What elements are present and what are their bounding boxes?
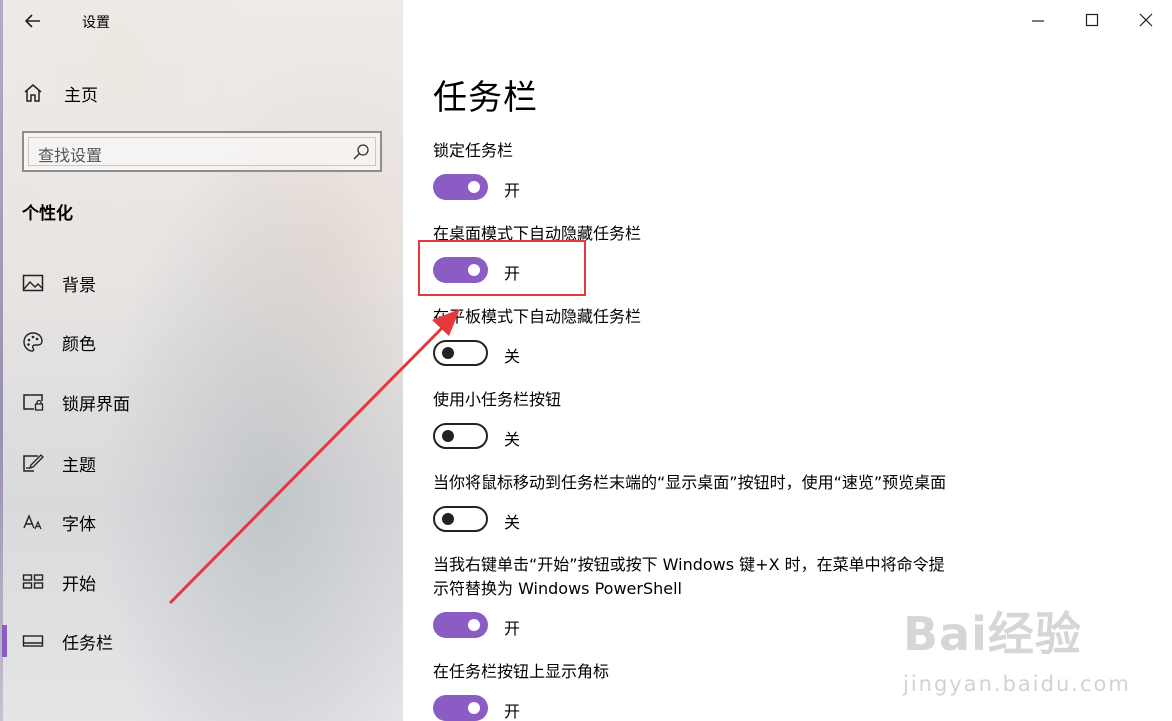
- maximize-button[interactable]: [1080, 8, 1104, 32]
- close-button[interactable]: [1134, 8, 1158, 32]
- app-title: 设置: [82, 15, 110, 31]
- sidebar-item-background[interactable]: 背景: [0, 263, 403, 303]
- toggle-knob: [442, 347, 454, 359]
- watermark-brand: Bai经验: [903, 607, 1082, 661]
- toggle-knob: [442, 513, 454, 525]
- toggle-knob: [442, 430, 454, 442]
- sidebar-item-taskbar[interactable]: 任务栏: [0, 621, 403, 661]
- setting-label-lock-taskbar: 锁定任务栏: [433, 141, 514, 160]
- minimize-icon: [1032, 20, 1044, 22]
- sidebar-item-label: 开始: [62, 574, 96, 595]
- arrow-left-icon: [24, 14, 40, 28]
- sidebar-item-colors[interactable]: 颜色: [0, 322, 403, 362]
- palette-icon: [22, 331, 44, 353]
- font-icon: [22, 511, 44, 533]
- page-title: 任务栏: [433, 78, 538, 118]
- setting-label-peek: 当你将鼠标移动到任务栏末端的“显示桌面”按钮时，使用“速览”预览桌面: [433, 473, 947, 492]
- sidebar-item-themes[interactable]: 主题: [0, 443, 403, 483]
- sidebar-item-label: 字体: [62, 514, 96, 535]
- lock-screen-icon: [22, 391, 44, 413]
- sidebar-item-fonts[interactable]: 字体: [0, 502, 403, 542]
- sidebar-item-label: 锁屏界面: [62, 394, 130, 415]
- watermark-url: jingyan.baidu.com: [903, 672, 1131, 696]
- toggle-knob: [468, 619, 480, 631]
- sidebar-item-lock-screen[interactable]: 锁屏界面: [0, 382, 403, 422]
- sidebar-item-start[interactable]: 开始: [0, 562, 403, 602]
- toggle-knob: [468, 181, 480, 193]
- toggle-state-text: 关: [504, 513, 521, 532]
- toggle-powershell[interactable]: [433, 612, 488, 638]
- toggle-state-text: 关: [504, 347, 521, 366]
- toggle-state-text: 开: [504, 181, 521, 200]
- section-title: 个性化: [22, 204, 73, 224]
- search-placeholder: 查找设置: [38, 146, 103, 165]
- minimize-button[interactable]: [1026, 8, 1050, 32]
- taskbar-icon: [22, 630, 44, 652]
- back-button[interactable]: [18, 6, 48, 36]
- setting-label-small-buttons: 使用小任务栏按钮: [433, 390, 562, 409]
- setting-label-autohide-tablet: 在平板模式下自动隐藏任务栏: [433, 307, 642, 326]
- sidebar-item-label: 任务栏: [62, 633, 113, 654]
- sidebar-item-label: 背景: [62, 275, 96, 296]
- home-icon: [24, 84, 42, 102]
- setting-label-badges: 在任务栏按钮上显示角标: [433, 662, 610, 681]
- toggle-state-text: 关: [504, 430, 521, 449]
- toggle-lock-taskbar[interactable]: [433, 174, 488, 200]
- toggle-state-text: 开: [504, 619, 521, 638]
- image-icon: [22, 272, 44, 294]
- highlight-box: [418, 240, 586, 296]
- toggle-autohide-tablet[interactable]: [433, 340, 488, 366]
- close-icon: [1139, 13, 1153, 27]
- toggle-knob: [468, 702, 480, 714]
- sidebar-item-label: 颜色: [62, 334, 96, 355]
- sidebar: 设置 主页 查找设置 个性化 背景 颜色 锁屏界面 主题 字体 开始 任务栏: [0, 0, 403, 721]
- theme-icon: [22, 452, 44, 474]
- toggle-small-buttons[interactable]: [433, 423, 488, 449]
- toggle-badges[interactable]: [433, 695, 488, 721]
- toggle-state-text: 开: [504, 702, 521, 721]
- start-icon: [22, 571, 44, 593]
- main-content: 任务栏 锁定任务栏 开 在桌面模式下自动隐藏任务栏 开 在平板模式下自动隐藏任务…: [403, 0, 1172, 721]
- sidebar-item-home[interactable]: 主页: [22, 80, 98, 106]
- search-input[interactable]: 查找设置: [22, 131, 382, 172]
- sidebar-item-label: 主页: [64, 85, 98, 106]
- toggle-peek[interactable]: [433, 506, 488, 532]
- setting-label-powershell-line1: 当我右键单击“开始”按钮或按下 Windows 键+X 时，在菜单中将命令提: [433, 555, 945, 574]
- setting-label-powershell-line2: 示符替换为 Windows PowerShell: [433, 579, 683, 598]
- sidebar-item-label: 主题: [62, 455, 96, 476]
- maximize-icon: [1085, 13, 1099, 27]
- search-icon[interactable]: [352, 143, 370, 161]
